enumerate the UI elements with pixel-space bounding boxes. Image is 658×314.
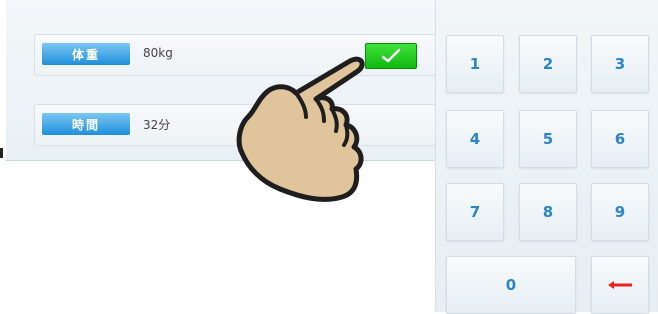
key-2[interactable]: 2: [519, 35, 577, 93]
weight-value[interactable]: 80kg: [143, 46, 173, 60]
key-7[interactable]: 7: [446, 183, 504, 241]
time-value[interactable]: 32分: [143, 116, 170, 133]
key-6[interactable]: 6: [591, 110, 649, 168]
key-4[interactable]: 4: [446, 110, 504, 168]
backspace-arrow-icon: [608, 281, 632, 289]
key-1[interactable]: 1: [446, 35, 504, 93]
time-label: 時間: [42, 113, 130, 135]
key-0[interactable]: 0: [446, 256, 576, 314]
backspace-button[interactable]: [591, 256, 649, 314]
numeric-keypad: 1 2 3 4 5 6 7 8 9 0: [435, 0, 658, 314]
left-edge-mark: [0, 148, 3, 158]
key-3[interactable]: 3: [591, 35, 649, 93]
key-9[interactable]: 9: [591, 183, 649, 241]
weight-label: 体重: [42, 43, 130, 65]
pointing-hand-icon: [236, 56, 365, 202]
key-5[interactable]: 5: [519, 110, 577, 168]
key-8[interactable]: 8: [519, 183, 577, 241]
